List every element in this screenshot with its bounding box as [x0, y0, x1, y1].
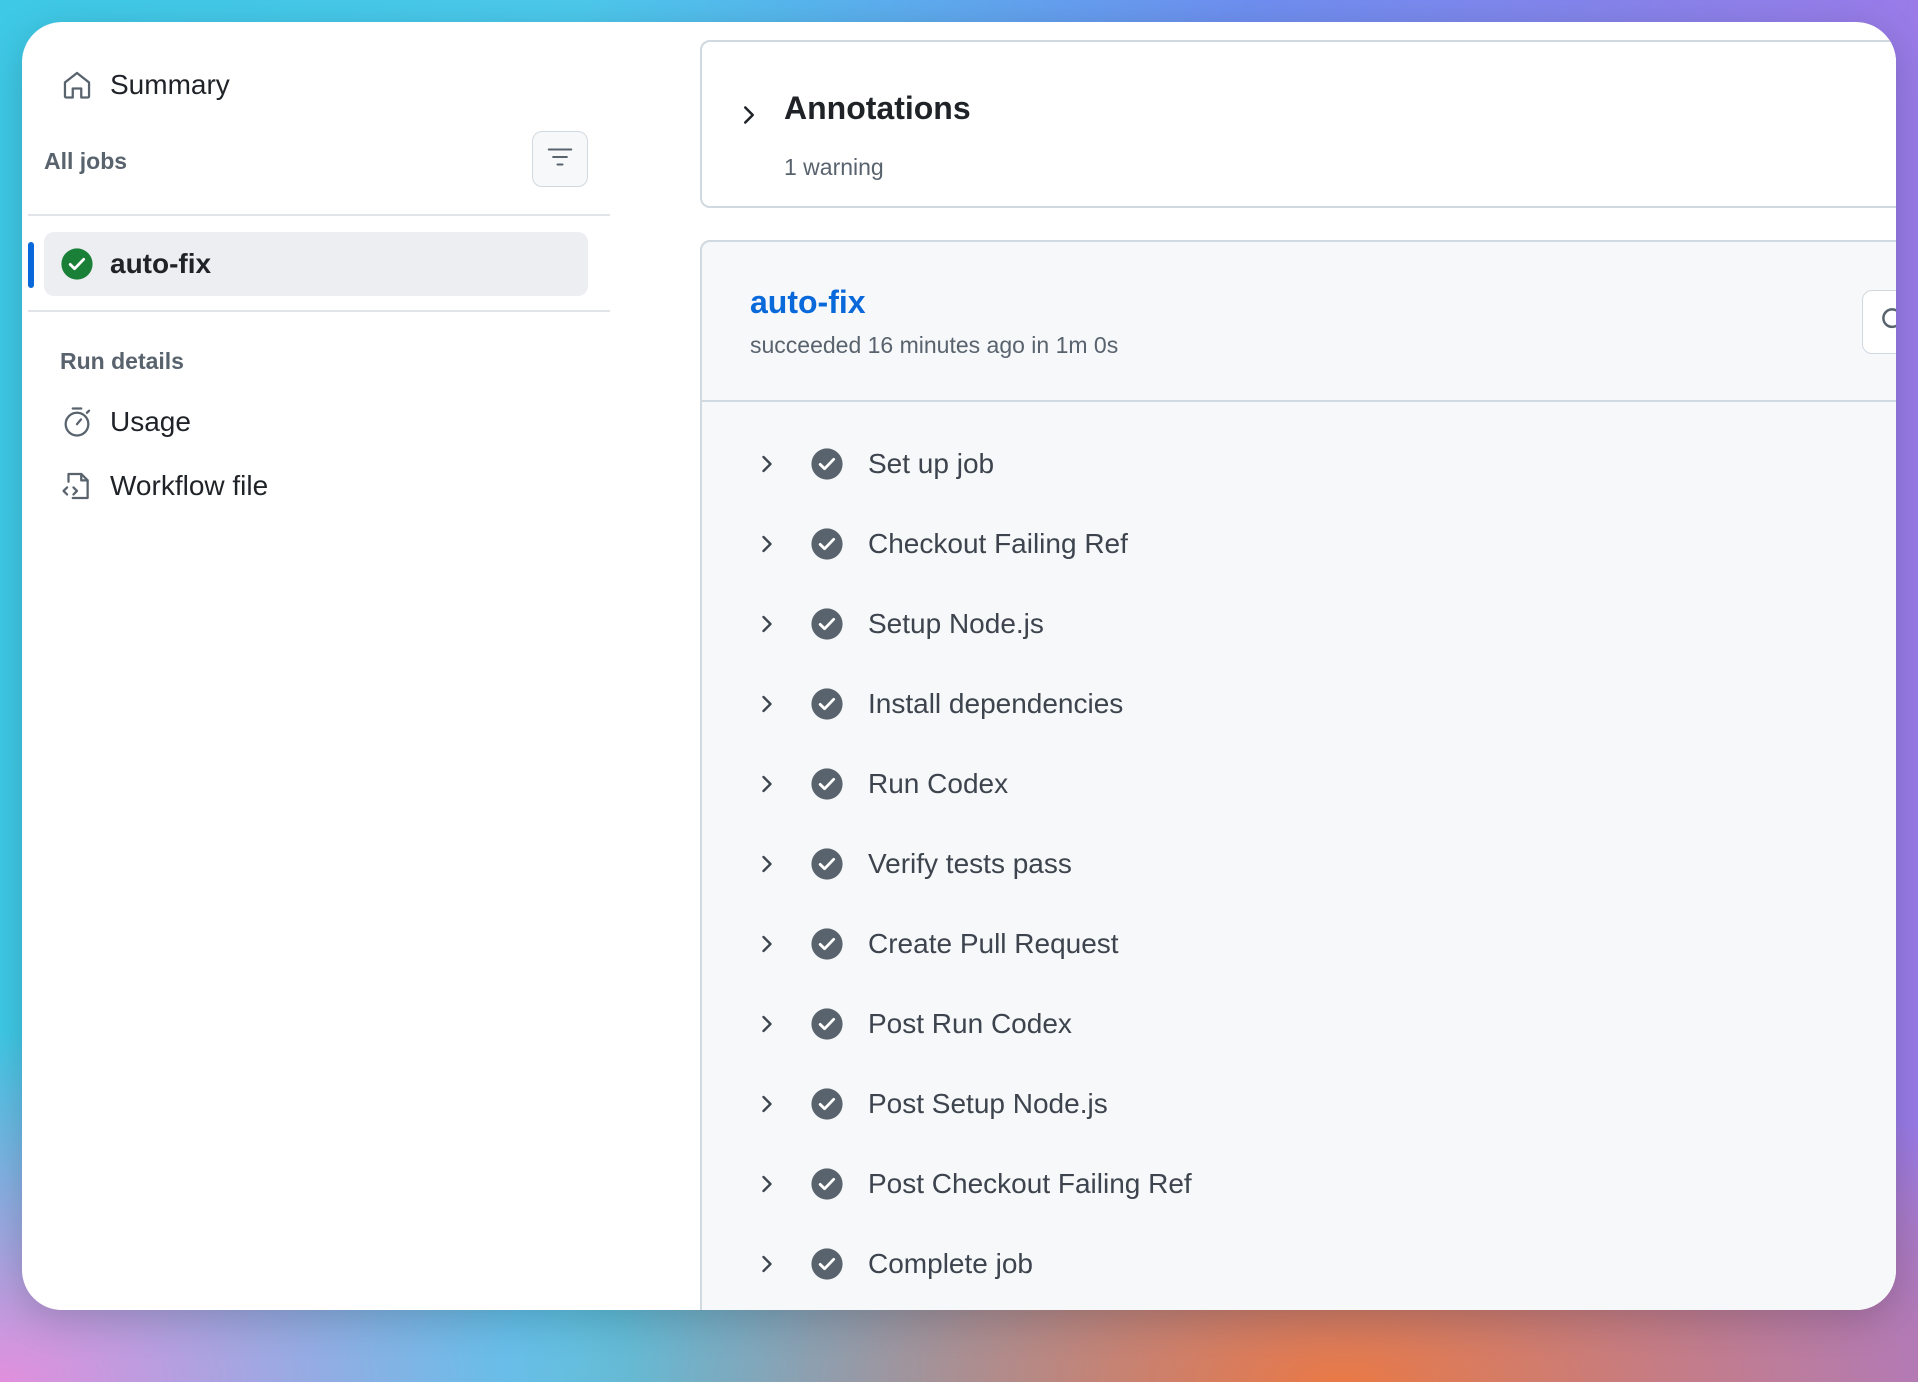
job-step[interactable]: Verify tests pass	[702, 824, 1896, 904]
sidebar: Summary All jobs auto-fix Run details Us…	[22, 22, 672, 1310]
sidebar-item-job-auto-fix[interactable]: auto-fix	[44, 232, 588, 296]
job-step[interactable]: Setup Node.js	[702, 584, 1896, 664]
sidebar-item-workflow-file[interactable]: Workflow file	[60, 469, 268, 503]
chevron-right-icon	[756, 610, 780, 638]
check-circle-fill-icon	[810, 847, 844, 881]
check-circle-fill-icon	[810, 1167, 844, 1201]
sidebar-divider	[28, 214, 610, 216]
job-step-name: Run Codex	[868, 768, 1009, 799]
chevron-right-icon	[756, 1170, 780, 1198]
sidebar-item-summary[interactable]: Summary	[60, 68, 230, 102]
chevron-right-icon	[756, 770, 780, 798]
annotations-title: Annotations	[784, 90, 971, 126]
job-header: auto-fix succeeded 16 minutes ago in 1m …	[702, 242, 1896, 402]
check-circle-fill-icon	[810, 527, 844, 561]
all-jobs-heading: All jobs	[44, 148, 128, 174]
chevron-right-icon	[756, 690, 780, 718]
home-icon	[60, 68, 94, 102]
job-detail-panel: auto-fix succeeded 16 minutes ago in 1m …	[700, 240, 1896, 1310]
chevron-right-icon	[756, 450, 780, 478]
check-circle-fill-icon	[810, 687, 844, 721]
sidebar-job-label: auto-fix	[110, 248, 212, 279]
chevron-right-icon	[756, 1250, 780, 1278]
chevron-right-icon	[738, 100, 760, 130]
sidebar-divider	[28, 310, 610, 312]
job-step-name: Set up job	[868, 448, 995, 479]
job-step-name: Install dependencies	[868, 688, 1124, 719]
check-circle-fill-icon	[810, 1007, 844, 1041]
selected-job-indicator	[28, 242, 34, 288]
check-circle-fill-icon	[810, 1247, 844, 1281]
chevron-right-icon	[756, 530, 780, 558]
sidebar-item-usage-label: Usage	[110, 406, 191, 437]
check-circle-fill-icon	[810, 767, 844, 801]
stopwatch-icon	[60, 405, 94, 439]
chevron-right-icon	[756, 850, 780, 878]
job-step[interactable]: Checkout Failing Ref	[702, 504, 1896, 584]
job-step-name: Post Setup Node.js	[868, 1088, 1108, 1119]
search-icon	[1879, 305, 1896, 340]
annotations-count: 1 warning	[784, 154, 884, 180]
job-step[interactable]: Post Setup Node.js	[702, 1064, 1896, 1144]
job-steps-list: Set up job Checkout Failing Ref Setup Node…	[702, 424, 1896, 1304]
job-step[interactable]: Post Checkout Failing Ref	[702, 1144, 1896, 1224]
chevron-right-icon	[756, 930, 780, 958]
job-step-name: Setup Node.js	[868, 608, 1044, 639]
annotations-panel[interactable]: Annotations 1 warning	[700, 40, 1896, 208]
job-step-name: Checkout Failing Ref	[868, 528, 1128, 559]
job-step[interactable]: Install dependencies	[702, 664, 1896, 744]
check-circle-fill-icon	[810, 1087, 844, 1121]
check-circle-fill-icon	[60, 247, 94, 281]
run-details-heading: Run details	[60, 348, 184, 374]
job-step-name: Create Pull Request	[868, 928, 1119, 959]
job-step[interactable]: Post Run Codex	[702, 984, 1896, 1064]
job-step-name: Verify tests pass	[868, 848, 1072, 879]
sidebar-item-workflow-file-label: Workflow file	[110, 470, 269, 501]
job-step-name: Post Checkout Failing Ref	[868, 1168, 1192, 1199]
search-logs-button[interactable]	[1862, 290, 1896, 354]
job-step-name: Post Run Codex	[868, 1008, 1072, 1039]
filter-icon	[545, 142, 575, 177]
job-step-name: Complete job	[868, 1248, 1033, 1279]
file-code-icon	[60, 469, 94, 503]
check-circle-fill-icon	[810, 927, 844, 961]
check-circle-fill-icon	[810, 607, 844, 641]
sidebar-item-usage[interactable]: Usage	[60, 405, 191, 439]
workflow-run-window: Summary All jobs auto-fix Run details Us…	[22, 22, 1896, 1310]
job-title-link[interactable]: auto-fix	[750, 284, 866, 321]
job-step[interactable]: Complete job	[702, 1224, 1896, 1304]
job-status-meta: succeeded 16 minutes ago in 1m 0s	[750, 332, 1119, 358]
job-step[interactable]: Run Codex	[702, 744, 1896, 824]
sidebar-item-summary-label: Summary	[110, 69, 230, 100]
check-circle-fill-icon	[810, 447, 844, 481]
job-step[interactable]: Set up job	[702, 424, 1896, 504]
job-step[interactable]: Create Pull Request	[702, 904, 1896, 984]
chevron-right-icon	[756, 1010, 780, 1038]
filter-jobs-button[interactable]	[532, 131, 588, 187]
chevron-right-icon	[756, 1090, 780, 1118]
